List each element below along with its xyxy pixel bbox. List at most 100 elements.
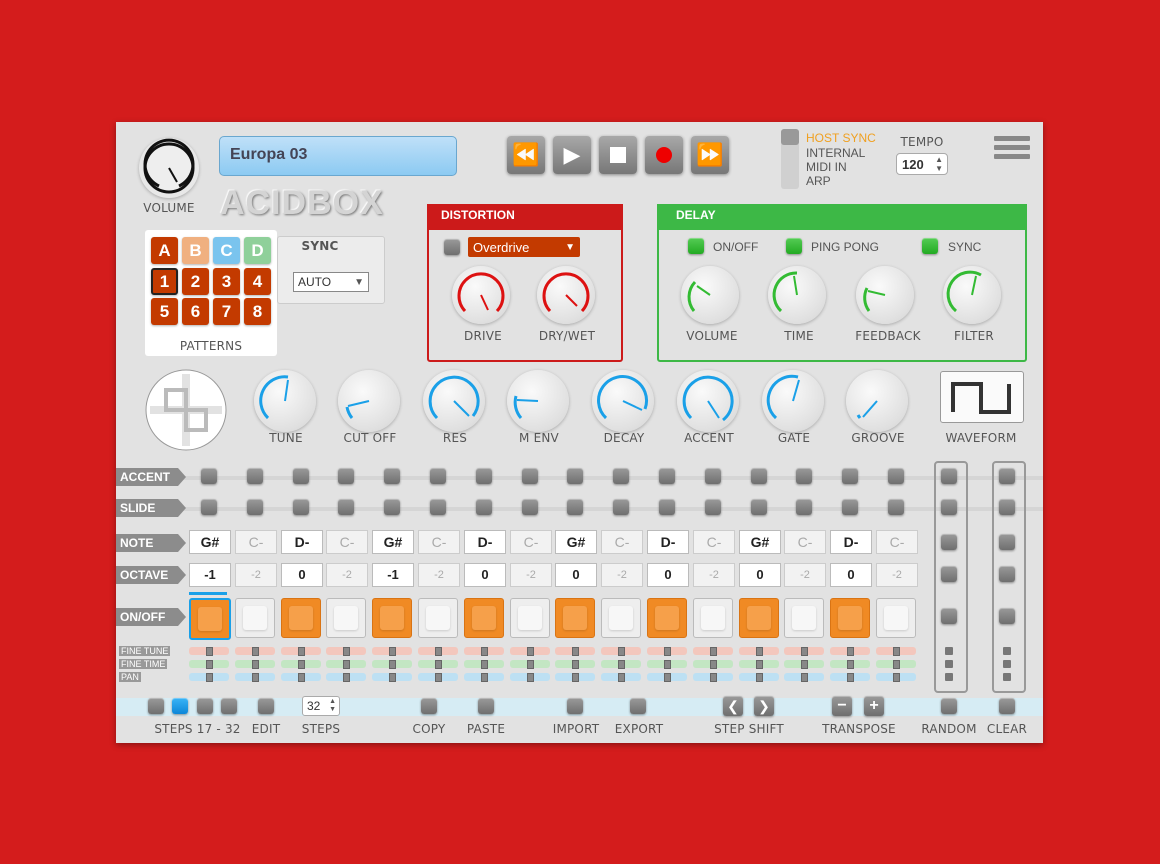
fine-time-handle[interactable] <box>206 660 213 669</box>
res-knob[interactable] <box>423 370 485 432</box>
slide-step-button[interactable] <box>705 499 721 515</box>
fine-tune-handle[interactable] <box>710 647 717 656</box>
fast-forward-button[interactable]: ⏩ <box>691 136 729 174</box>
fine-time-handle[interactable] <box>893 660 900 669</box>
accent-step-button[interactable] <box>522 468 538 484</box>
fine-tune-handle[interactable] <box>572 647 579 656</box>
pan-handle[interactable] <box>893 673 900 682</box>
onoff-step-button[interactable] <box>555 598 595 638</box>
octave-step[interactable]: -2 <box>235 563 277 587</box>
transpose-down-button[interactable]: − <box>832 696 852 716</box>
fine-tune-handle[interactable] <box>389 647 396 656</box>
octave-step[interactable]: -2 <box>784 563 826 587</box>
accent-step-button[interactable] <box>567 468 583 484</box>
slide-step-button[interactable] <box>384 499 400 515</box>
note-step[interactable]: D- <box>647 530 689 554</box>
octave-step[interactable]: -2 <box>876 563 918 587</box>
pattern-7[interactable]: 7 <box>213 298 240 325</box>
slide-step-button[interactable] <box>293 499 309 515</box>
note-step[interactable]: C- <box>784 530 826 554</box>
tempo-field[interactable]: 120 ▲ ▼ <box>896 153 948 175</box>
octave-step[interactable]: -2 <box>326 563 368 587</box>
steps-page-4[interactable] <box>221 698 237 714</box>
sync-mode-arp[interactable]: ARP <box>806 174 831 188</box>
fine-time-handle[interactable] <box>343 660 350 669</box>
accent-step-button[interactable] <box>476 468 492 484</box>
fine-time-handle[interactable] <box>710 660 717 669</box>
fine-time-handle[interactable] <box>252 660 259 669</box>
menu-icon[interactable] <box>994 136 1030 162</box>
export-button[interactable] <box>630 698 646 714</box>
delay-filter-knob[interactable] <box>943 266 1001 324</box>
accent-knob[interactable] <box>677 370 739 432</box>
fine-tune-handle[interactable] <box>893 647 900 656</box>
record-button[interactable] <box>645 136 683 174</box>
menv-knob[interactable] <box>507 370 569 432</box>
slide-step-button[interactable] <box>751 499 767 515</box>
fine-tune-handle[interactable] <box>756 647 763 656</box>
fine-time-handle[interactable] <box>801 660 808 669</box>
fine-tune-handle[interactable] <box>664 647 671 656</box>
steps-page-1[interactable] <box>148 698 164 714</box>
slide-step-button[interactable] <box>522 499 538 515</box>
fine-time-handle[interactable] <box>481 660 488 669</box>
sync-mode-midi[interactable]: MIDI IN <box>806 160 847 174</box>
preset-display[interactable]: Europa 03 <box>219 136 457 176</box>
slide-step-button[interactable] <box>476 499 492 515</box>
pan-handle[interactable] <box>252 673 259 682</box>
random-row-button[interactable] <box>941 499 957 515</box>
pan-handle[interactable] <box>801 673 808 682</box>
pan-handle[interactable] <box>389 673 396 682</box>
octave-step[interactable]: 0 <box>739 563 781 587</box>
fine-tune-handle[interactable] <box>847 647 854 656</box>
fine-tune-handle[interactable] <box>298 647 305 656</box>
dry-wet-knob[interactable] <box>537 266 595 324</box>
note-step[interactable]: C- <box>235 530 277 554</box>
note-step[interactable]: G# <box>189 530 231 554</box>
note-step[interactable]: C- <box>418 530 460 554</box>
clear-row-button[interactable] <box>999 499 1015 515</box>
octave-step[interactable]: -2 <box>510 563 552 587</box>
pattern-4[interactable]: 4 <box>244 268 271 295</box>
slide-step-button[interactable] <box>201 499 217 515</box>
octave-step[interactable]: 0 <box>647 563 689 587</box>
onoff-step-button[interactable] <box>647 598 687 638</box>
clear-row-button[interactable] <box>999 534 1015 550</box>
random-fine-button[interactable] <box>945 660 953 668</box>
fine-tune-handle[interactable] <box>435 647 442 656</box>
slide-step-button[interactable] <box>338 499 354 515</box>
random-row-button[interactable] <box>941 468 957 484</box>
volume-knob[interactable] <box>139 138 199 198</box>
bank-c[interactable]: C <box>213 237 240 264</box>
note-step[interactable]: C- <box>510 530 552 554</box>
steps-stepper-icon[interactable]: ▲ ▼ <box>329 698 336 714</box>
pan-handle[interactable] <box>343 673 350 682</box>
note-step[interactable]: G# <box>555 530 597 554</box>
slide-step-button[interactable] <box>842 499 858 515</box>
distortion-type-select[interactable]: Overdrive ▼ <box>468 237 580 257</box>
bank-a[interactable]: A <box>151 237 178 264</box>
onoff-step-button[interactable] <box>693 598 733 638</box>
pattern-5[interactable]: 5 <box>151 298 178 325</box>
onoff-step-button[interactable] <box>601 598 641 638</box>
pan-handle[interactable] <box>572 673 579 682</box>
sync-mode-slider[interactable] <box>781 129 799 189</box>
drive-knob[interactable] <box>452 266 510 324</box>
steps-page-2[interactable] <box>172 698 188 714</box>
onoff-step-button[interactable] <box>235 598 275 638</box>
accent-step-button[interactable] <box>613 468 629 484</box>
octave-step[interactable]: -2 <box>601 563 643 587</box>
copy-button[interactable] <box>421 698 437 714</box>
transpose-up-button[interactable]: + <box>864 696 884 716</box>
note-step[interactable]: G# <box>739 530 781 554</box>
tune-knob[interactable] <box>254 370 316 432</box>
fine-time-handle[interactable] <box>756 660 763 669</box>
note-step[interactable]: D- <box>464 530 506 554</box>
accent-step-button[interactable] <box>201 468 217 484</box>
slide-step-button[interactable] <box>796 499 812 515</box>
gate-knob[interactable] <box>762 370 824 432</box>
octave-step[interactable]: -2 <box>693 563 735 587</box>
pan-handle[interactable] <box>847 673 854 682</box>
pan-handle[interactable] <box>435 673 442 682</box>
sync-mode-host[interactable]: HOST SYNC <box>806 131 876 145</box>
